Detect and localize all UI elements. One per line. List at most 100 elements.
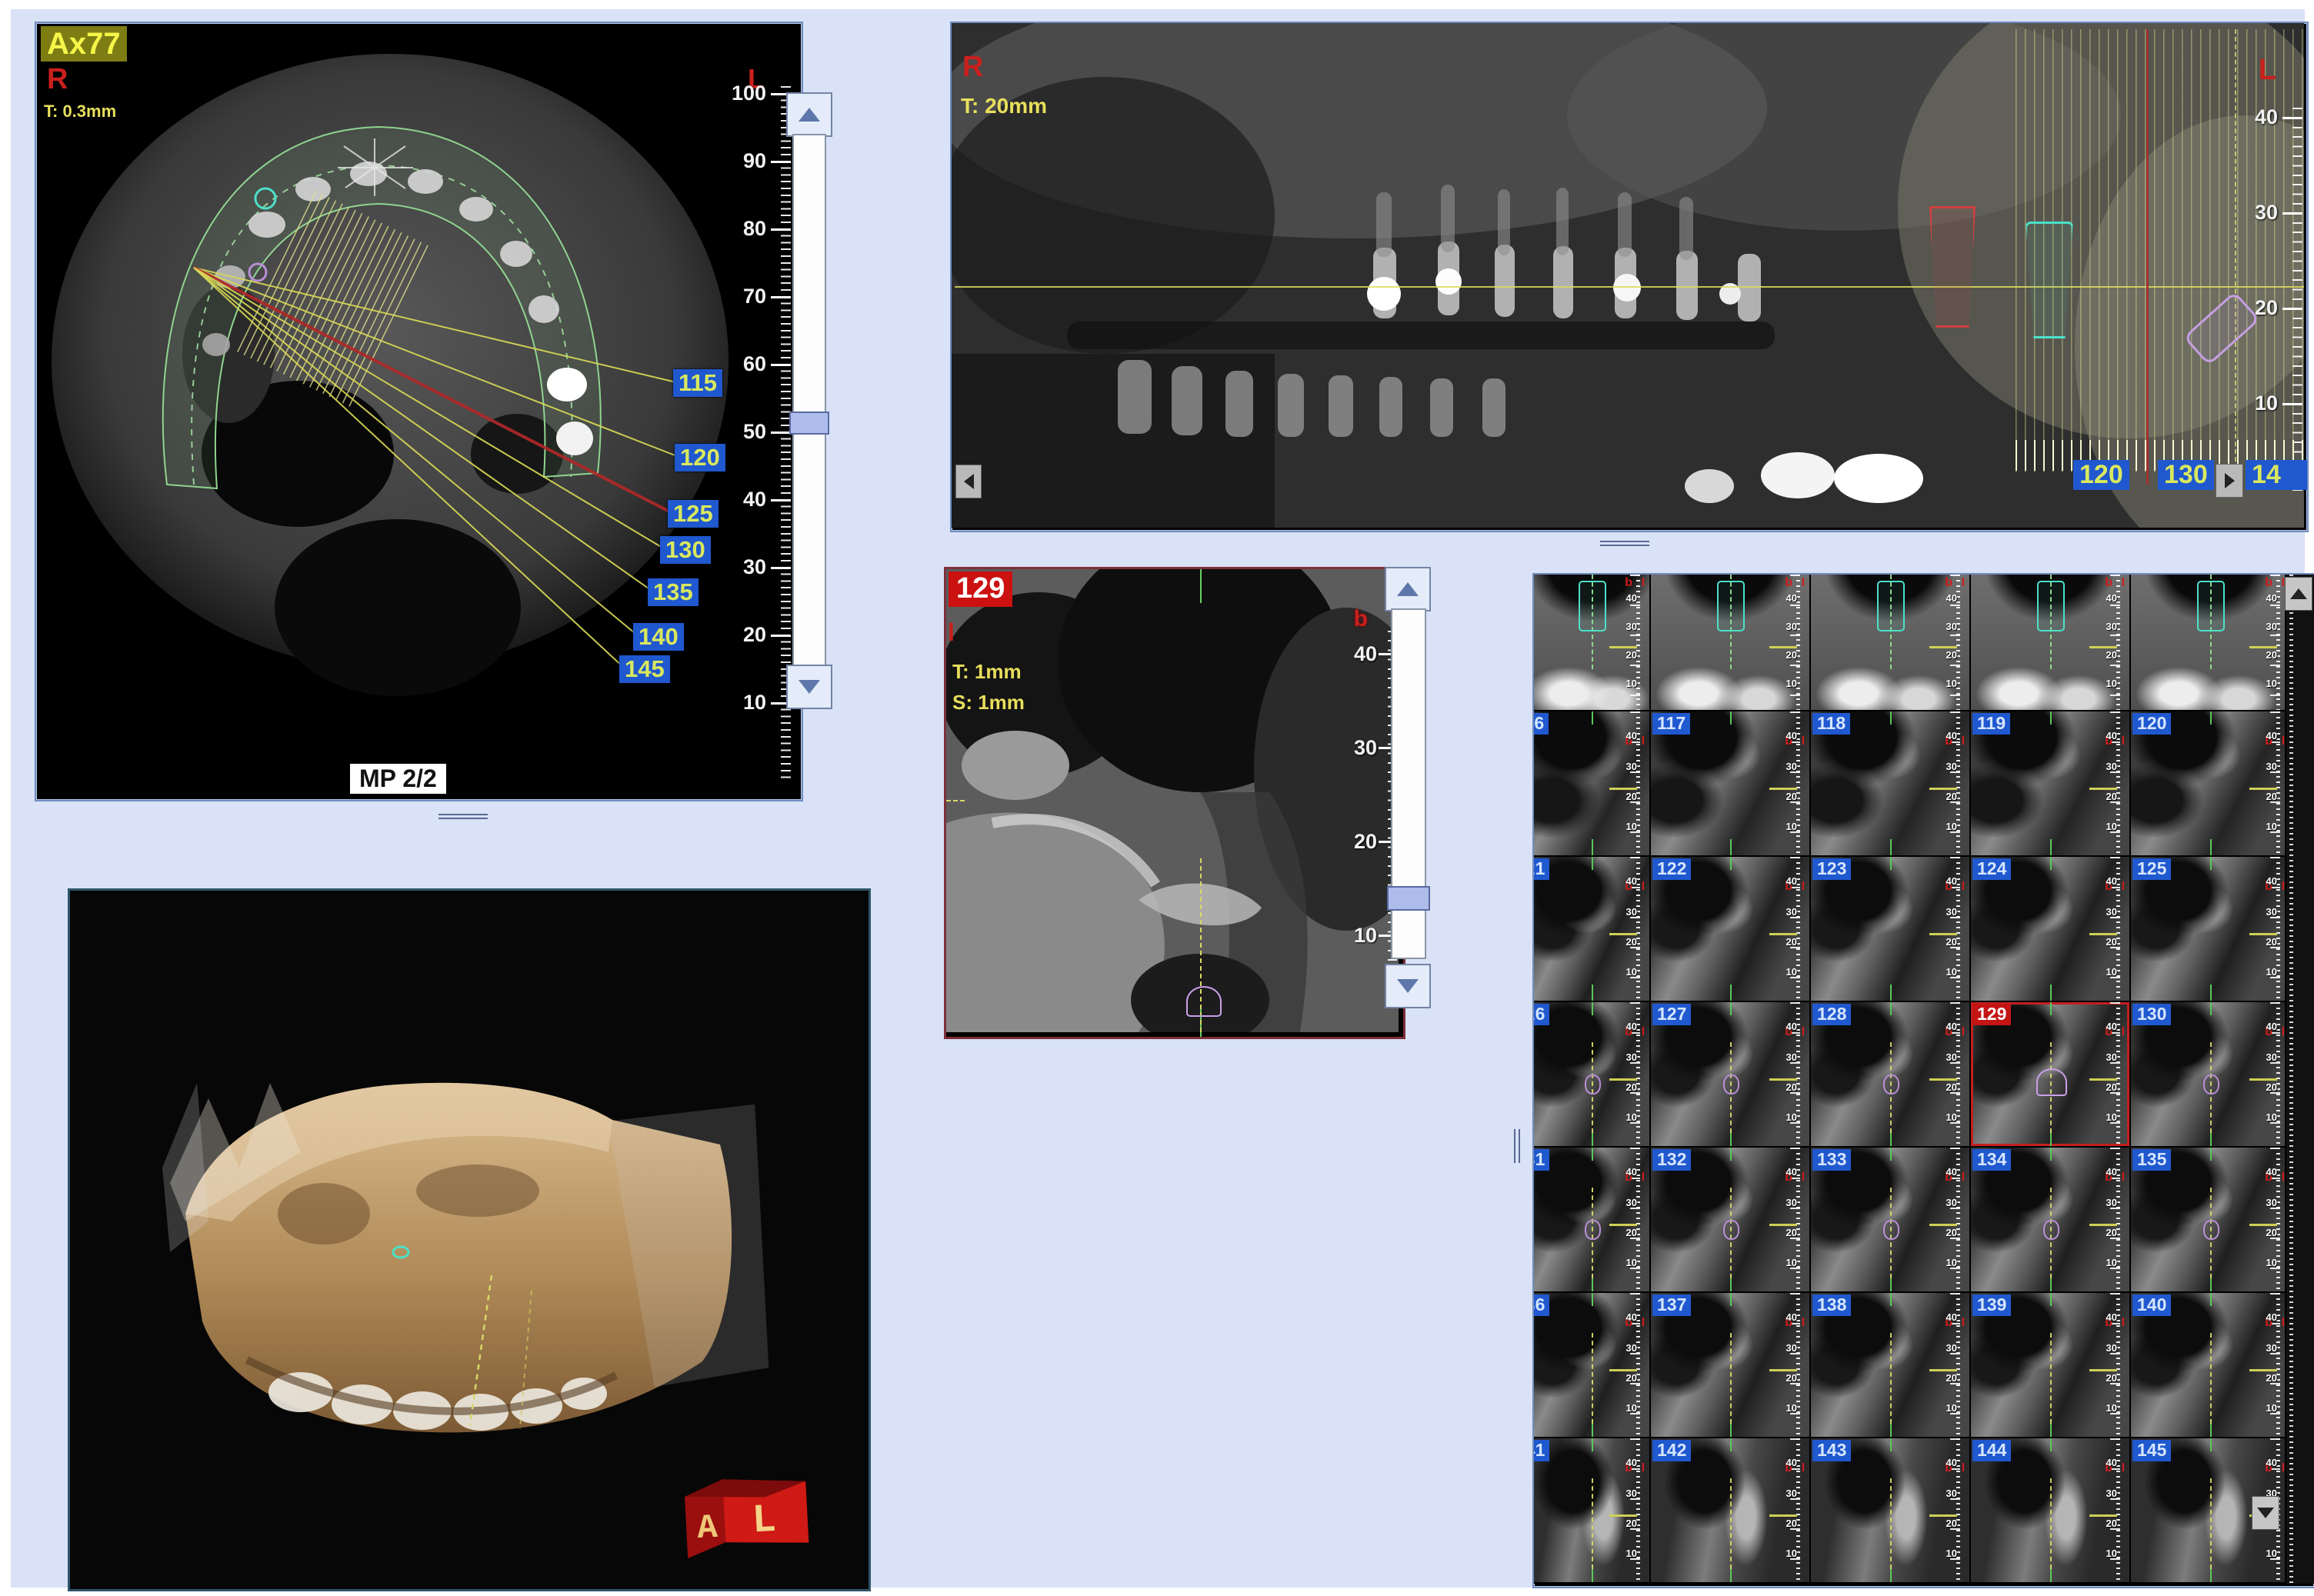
slice-thumbnail-143[interactable]: 143bl40302010	[1811, 1438, 1971, 1582]
cell-ruler-label: 30	[1786, 906, 1797, 918]
axial-slice-label[interactable]: 130	[660, 536, 711, 564]
slice-thumbnail-136[interactable]: 136bl40302010	[1534, 1293, 1651, 1437]
slice-thumbnail-137[interactable]: 137bl40302010	[1651, 1293, 1811, 1437]
slice-thumbnail-118[interactable]: 118bl40302010	[1811, 711, 1971, 855]
slice-thumbnail-121[interactable]: 121bl40302010	[1534, 857, 1651, 1001]
cell-ruler-label: 20	[1946, 1227, 1957, 1238]
selected-section-line	[2146, 29, 2149, 485]
level-tick	[2249, 788, 2277, 790]
slice-thumbnail-139[interactable]: 139bl40302010	[1971, 1293, 2131, 1437]
slice-thumbnail-120[interactable]: 120bl40302010	[2131, 711, 2291, 855]
slice-thumbnail-130[interactable]: 130bl40302010	[2131, 1002, 2291, 1146]
slice-number-badge: 140	[2132, 1294, 2171, 1316]
slice-thumbnail-127[interactable]: 127bl40302010	[1651, 1002, 1811, 1146]
volume-3d-viewport[interactable]: A L	[68, 888, 871, 1591]
axial-slice-label[interactable]: 135	[648, 578, 699, 606]
slice-thumbnail-125[interactable]: 125bl40302010	[2131, 857, 2291, 1001]
axial-viewport[interactable]: Ax77 R T: 0.3mm L 100908070605040302010 …	[35, 22, 803, 801]
cell-ruler-label: 40	[2106, 730, 2117, 741]
cell-ruler-label: 20	[1626, 1372, 1637, 1384]
cross-section-viewport[interactable]: 129 l T: 1mm S: 1mm b 40302010	[944, 567, 1405, 1039]
cell-ruler-label: 10	[1786, 1548, 1797, 1559]
pano-slice-label-140-clipped[interactable]: 14	[2246, 460, 2309, 490]
orientation-left-marker: L	[2259, 54, 2276, 87]
cell-ruler-label: 40	[1626, 1457, 1637, 1468]
slice-thumbnail[interactable]: bl40302010	[2131, 575, 2291, 710]
orientation-cube[interactable]: A L	[684, 1475, 809, 1558]
slice-thumbnail-140[interactable]: 140bl40302010	[2131, 1293, 2291, 1437]
slice-thumbnail-116[interactable]: 116bl40302010	[1534, 711, 1651, 855]
axial-slice-label[interactable]: 125	[668, 500, 719, 528]
cross-scroll-up-button[interactable]	[1385, 567, 1431, 611]
cell-ruler-label: 20	[1626, 1081, 1637, 1093]
axial-slice-label[interactable]: 145	[619, 655, 670, 683]
axial-ruler-label: 90	[712, 149, 766, 173]
slice-thumbnail[interactable]: bl40302010	[1971, 575, 2131, 710]
cell-ruler-label: 10	[2106, 821, 2117, 832]
slice-thumbnail-122[interactable]: 122bl40302010	[1651, 857, 1811, 1001]
cell-ruler-label: 10	[2106, 966, 2117, 978]
implant-outline-purple	[1723, 1220, 1739, 1240]
pano-slice-label-130[interactable]: 130	[2158, 460, 2214, 490]
slice-thumbnail[interactable]: bl40302010	[1651, 575, 1811, 710]
axial-scroll-up-button[interactable]	[786, 92, 832, 137]
slice-thumbnail-129[interactable]: 129bl40302010	[1971, 1002, 2131, 1146]
cell-ruler-label: 30	[2266, 1197, 2277, 1208]
cross-scroll-down-button[interactable]	[1385, 964, 1431, 1008]
implant-outline-red[interactable]	[1929, 206, 1976, 328]
axial-scrollbar-track[interactable]	[792, 134, 826, 668]
cross-section-slice-badge: 129	[949, 571, 1012, 607]
pano-slice-label-120[interactable]: 120	[2073, 460, 2129, 490]
cell-ruler-label: 10	[1626, 966, 1637, 978]
cell-ruler-label: 30	[2266, 621, 2277, 632]
slice-thumbnail-123[interactable]: 123bl40302010	[1811, 857, 1971, 1001]
slice-thumbnail-131[interactable]: 131bl40302010	[1534, 1148, 1651, 1291]
slice-thumbnail-134[interactable]: 134bl40302010	[1971, 1148, 2131, 1291]
axial-scroll-down-button[interactable]	[786, 665, 832, 709]
slice-thumbnail-119[interactable]: 119bl40302010	[1971, 711, 2131, 855]
slice-number-badge: 143	[1812, 1440, 1851, 1461]
axial-scrollbar-thumb[interactable]	[789, 411, 829, 435]
cell-ruler-label: 10	[2106, 678, 2117, 689]
slice-thumbnail-133[interactable]: 133bl40302010	[1811, 1148, 1971, 1291]
panoramic-ruler-label: 30	[2229, 201, 2278, 225]
pano-scroll-left-button[interactable]	[955, 465, 982, 498]
slice-thumbnail-126[interactable]: 126bl40302010	[1534, 1002, 1651, 1146]
axial-slice-label[interactable]: 140	[633, 623, 684, 651]
lingual-marker: l	[2122, 1171, 2125, 1184]
slice-thumbnail-132[interactable]: 132bl40302010	[1651, 1148, 1811, 1291]
vertical-splitter-handle[interactable]	[1512, 1126, 1522, 1169]
slice-number-badge: 145	[2132, 1440, 2171, 1461]
slice-grid-row: 126bl40302010127bl40302010128bl403020101…	[1534, 1002, 2311, 1148]
slice-thumbnail-135[interactable]: 135bl40302010	[2131, 1148, 2291, 1291]
implant-outline-purple	[2203, 1220, 2219, 1240]
slice-thumbnail[interactable]: bl40302010	[1811, 575, 1971, 710]
cross-scrollbar-thumb[interactable]	[1387, 886, 1430, 911]
slice-thumbnail-138[interactable]: 138bl40302010	[1811, 1293, 1971, 1437]
slice-number-badge: 128	[1812, 1004, 1851, 1025]
axial-slice-label[interactable]: 120	[675, 444, 725, 471]
slice-thumbnail-141[interactable]: 141bl40302010	[1534, 1438, 1651, 1582]
implant-outline-cyan	[2197, 581, 2225, 631]
slice-thumbnail-144[interactable]: 144bl40302010	[1971, 1438, 2131, 1582]
grid-scroll-up-button[interactable]	[2285, 577, 2312, 611]
slice-thumbnail-117[interactable]: 117bl40302010	[1651, 711, 1811, 855]
slice-thumbnail-124[interactable]: 124bl40302010	[1971, 857, 2131, 1001]
pano-scroll-right-button[interactable]	[2216, 464, 2243, 498]
guide-line-top	[1592, 1438, 1593, 1451]
horizontal-splitter-handle[interactable]	[431, 811, 495, 821]
cell-ruler-label: 30	[1946, 621, 1957, 632]
grid-scroll-down-button[interactable]	[2252, 1496, 2279, 1530]
implant-outline-purple[interactable]	[1186, 986, 1222, 1017]
slice-thumbnail-128[interactable]: 128bl40302010	[1811, 1002, 1971, 1146]
axial-slice-label[interactable]: 115	[673, 369, 722, 397]
axial-ruler-label: 80	[712, 217, 766, 241]
slice-thumbnail[interactable]: bl40302010	[1534, 575, 1651, 710]
buccal-marker: b	[1785, 576, 1792, 590]
slice-number-badge: 132	[1652, 1149, 1691, 1171]
panoramic-viewport[interactable]: R T: 20mm L 40302010 120 130 14	[950, 22, 2309, 532]
implant-outline-cyan	[1877, 581, 1905, 631]
slice-thumbnail-142[interactable]: 142bl40302010	[1651, 1438, 1811, 1582]
horizontal-splitter-handle[interactable]	[1592, 538, 1657, 548]
guide-line-top	[2050, 1438, 2052, 1451]
